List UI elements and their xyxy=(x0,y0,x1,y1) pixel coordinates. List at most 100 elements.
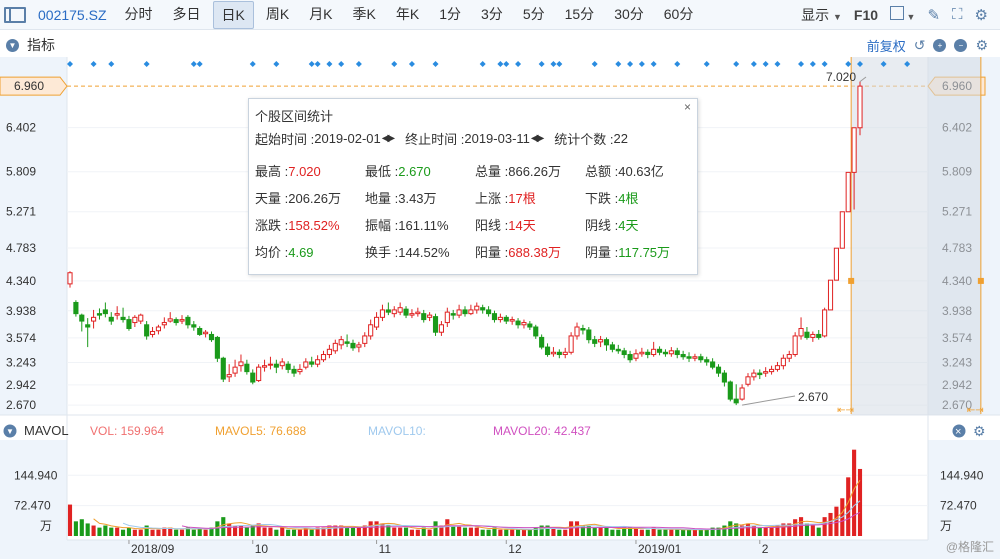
volume-bar xyxy=(368,521,373,536)
candle-body xyxy=(592,339,598,344)
volume-bar xyxy=(828,512,833,536)
volume-tick-right: 72.470 xyxy=(940,499,977,513)
period-tab[interactable]: 年K xyxy=(388,1,427,29)
stat-label: 总额 : xyxy=(585,164,619,179)
price-tick-left: 4.783 xyxy=(6,241,36,255)
price-tick-left: 3.243 xyxy=(6,355,36,369)
candle-body xyxy=(580,328,586,331)
candle-body xyxy=(279,361,285,367)
candle-body xyxy=(102,309,108,315)
price-tick-left: 4.340 xyxy=(6,274,36,288)
volume-bar xyxy=(846,477,851,536)
watermark: @格隆汇 xyxy=(945,540,994,554)
candle-body xyxy=(362,335,368,344)
volume-bar xyxy=(527,529,532,536)
period-tab[interactable]: 30分 xyxy=(606,1,652,29)
adjust-dropdown[interactable]: 前复权 xyxy=(867,36,906,55)
candle-body xyxy=(568,335,574,353)
volume-bar xyxy=(669,529,674,536)
stat-value: 3.43万 xyxy=(398,191,437,206)
volume-bar xyxy=(274,529,279,536)
close-icon[interactable]: × xyxy=(684,100,691,114)
candle-body xyxy=(326,348,332,356)
candle-body xyxy=(208,333,215,341)
candle-body xyxy=(303,361,309,368)
expand-icon[interactable]: ⛶ xyxy=(952,6,963,23)
candle-body xyxy=(774,365,781,370)
volume-bar xyxy=(115,527,120,536)
popup-range-row: 起始时间 :2019-02-01 ◀▶ 终止时间 :2019-03-11 ◀▶ 统计… xyxy=(255,129,628,148)
period-tab[interactable]: 15分 xyxy=(557,1,603,29)
popup-stat-cell: 阴线 :4天 xyxy=(585,215,695,234)
candle-body xyxy=(232,366,238,374)
stock-code[interactable]: 002175.SZ xyxy=(38,7,107,23)
settings-icon[interactable]: ⚙ xyxy=(975,37,988,54)
candle-body xyxy=(374,316,380,328)
period-tab[interactable]: 季K xyxy=(345,1,384,29)
stat-value: 688.38万 xyxy=(508,245,561,260)
collapse-icon[interactable]: ▼ xyxy=(6,38,19,52)
period-tab[interactable]: 多日 xyxy=(165,1,209,29)
stepper-arrows-icon[interactable]: ◀▶ xyxy=(382,133,395,144)
period-tab[interactable]: 日K xyxy=(212,0,254,29)
display-dropdown[interactable]: 显示 ▼ xyxy=(801,5,842,25)
candle-body xyxy=(763,371,769,374)
period-tab[interactable]: 周K xyxy=(258,1,297,29)
sidebar-toggle-icon[interactable] xyxy=(4,6,26,23)
high-annotation: 7.020 xyxy=(826,70,856,84)
candle-body xyxy=(462,309,468,315)
stat-label: 换手 : xyxy=(365,245,399,260)
candle-body xyxy=(214,336,220,359)
volume-bar xyxy=(681,529,686,536)
candle-body xyxy=(651,348,657,356)
f10-button[interactable]: F10 xyxy=(854,7,878,23)
stepper-arrows-icon[interactable]: ◀▶ xyxy=(531,133,544,144)
volume-bar xyxy=(291,529,297,536)
period-tab[interactable]: 月K xyxy=(301,1,340,29)
volume-bar xyxy=(203,529,208,536)
volume-bar xyxy=(521,529,527,536)
volume-bar xyxy=(810,525,815,536)
undo-icon[interactable]: ↺ xyxy=(914,37,926,54)
candle-body xyxy=(668,350,674,355)
indicator-label[interactable]: 指标 xyxy=(27,35,55,55)
volume-bar xyxy=(574,521,580,536)
volume-bar xyxy=(120,529,126,536)
x-axis-label: 11 xyxy=(379,542,392,556)
candle-body xyxy=(497,316,503,321)
period-tab[interactable]: 5分 xyxy=(515,1,553,29)
start-value[interactable]: 2019-02-01 xyxy=(314,131,381,146)
pen-icon[interactable]: ✎ xyxy=(927,6,940,24)
settings-icon[interactable]: ⚙ xyxy=(975,6,988,24)
candle-body xyxy=(833,247,839,281)
volume-bar xyxy=(191,529,196,536)
volume-bar xyxy=(657,529,662,536)
volume-bar xyxy=(468,527,473,536)
candle-body xyxy=(527,323,533,328)
stat-label: 涨跌 : xyxy=(255,218,289,233)
candle-body xyxy=(161,322,167,326)
checkbox-icon[interactable]: ▼ xyxy=(890,6,915,23)
mavol20-value: MAVOL20: 42.437 xyxy=(493,424,591,438)
period-tab[interactable]: 3分 xyxy=(473,1,511,29)
volume-bar xyxy=(698,529,703,536)
candle-body xyxy=(745,376,751,385)
period-tab[interactable]: 分时 xyxy=(117,1,161,29)
candle-body xyxy=(220,357,226,380)
end-value[interactable]: 2019-03-11 xyxy=(464,131,530,146)
candle-body xyxy=(645,351,651,356)
period-tab[interactable]: 60分 xyxy=(656,1,702,29)
volume-bar xyxy=(569,521,574,536)
candle-body xyxy=(816,333,822,338)
candle-body xyxy=(421,313,427,321)
volume-bar xyxy=(757,527,762,536)
period-tab[interactable]: 1分 xyxy=(431,1,469,29)
price-tick-left: 6.402 xyxy=(6,121,36,135)
candle-body xyxy=(822,309,828,337)
volume-bar xyxy=(262,527,267,536)
volume-bar xyxy=(433,521,438,536)
candle-body xyxy=(409,313,415,316)
minus-icon[interactable]: − xyxy=(954,38,968,52)
plus-icon[interactable]: + xyxy=(933,38,947,52)
popup-stat-cell: 地量 :3.43万 xyxy=(365,188,475,207)
